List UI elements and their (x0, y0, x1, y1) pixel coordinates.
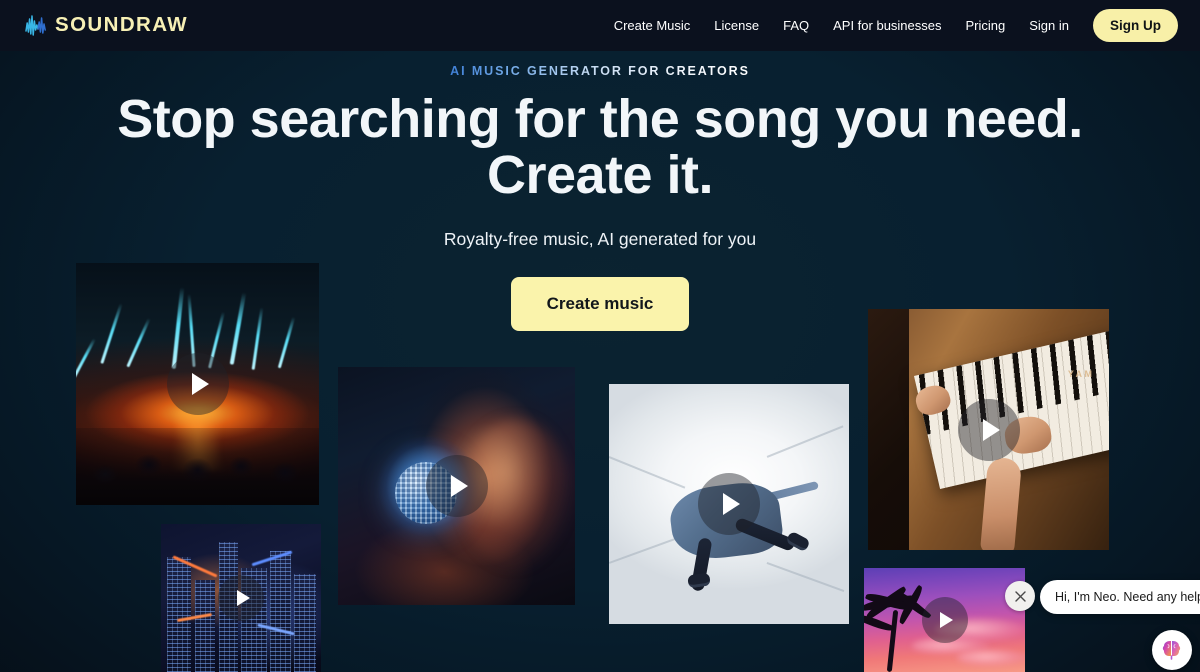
chat-avatar[interactable] (1152, 630, 1192, 670)
hero-eyebrow: AI MUSIC GENERATOR FOR CREATORS (450, 64, 750, 78)
page-root: SOUNDRAW Create Music License FAQ API fo… (0, 0, 1200, 672)
site-header: SOUNDRAW Create Music License FAQ API fo… (0, 0, 1200, 51)
logo-text: SOUNDRAW (55, 13, 189, 37)
play-icon (723, 493, 740, 515)
play-icon (191, 373, 209, 395)
main-nav: Create Music License FAQ API for busines… (602, 9, 1178, 42)
play-icon (940, 612, 953, 628)
nav-item-pricing[interactable]: Pricing (954, 13, 1018, 38)
video-card-breakdancer[interactable] (609, 384, 849, 624)
play-button[interactable] (698, 473, 760, 535)
brain-icon (1162, 641, 1181, 660)
page-title: Stop searching for the song you need. Cr… (0, 91, 1200, 203)
play-button[interactable] (218, 575, 264, 621)
cta-container: Create music (0, 277, 1200, 332)
hero-subtitle: Royalty-free music, AI generated for you (443, 229, 757, 250)
video-card-night-cityscape[interactable] (161, 524, 321, 672)
play-button[interactable] (921, 597, 968, 643)
sign-up-button[interactable]: Sign Up (1093, 9, 1178, 42)
headline-line-2: Create it. (486, 145, 714, 206)
create-music-button[interactable]: Create music (510, 277, 690, 332)
chat-message-bubble[interactable]: Hi, I'm Neo. Need any help? (1040, 580, 1200, 614)
play-button[interactable] (166, 353, 229, 415)
play-icon (236, 590, 250, 606)
play-icon (982, 418, 1000, 441)
logo[interactable]: SOUNDRAW (24, 13, 188, 39)
close-icon (1014, 590, 1026, 602)
nav-item-faq[interactable]: FAQ (771, 13, 821, 38)
play-button[interactable] (425, 455, 488, 517)
video-card-tropical-sunset[interactable] (864, 568, 1025, 672)
nav-item-sign-in[interactable]: Sign in (1017, 13, 1081, 38)
waveform-icon (25, 14, 46, 36)
chat-close-button[interactable] (1005, 581, 1035, 611)
headline-line-1: Stop searching for the song you need. (117, 89, 1083, 149)
piano-brand-text: YAM (1067, 369, 1095, 380)
play-button[interactable] (957, 398, 1020, 461)
play-icon (450, 475, 468, 497)
nav-item-license[interactable]: License (702, 13, 771, 38)
video-card-piano-hands[interactable]: YAM (868, 309, 1109, 550)
video-card-disco-ball-woman[interactable] (338, 367, 575, 605)
nav-item-create-music[interactable]: Create Music (602, 13, 703, 38)
nav-item-api-for-businesses[interactable]: API for businesses (821, 13, 953, 38)
hero-section: AI MUSIC GENERATOR FOR CREATORS Stop sea… (0, 51, 1200, 332)
